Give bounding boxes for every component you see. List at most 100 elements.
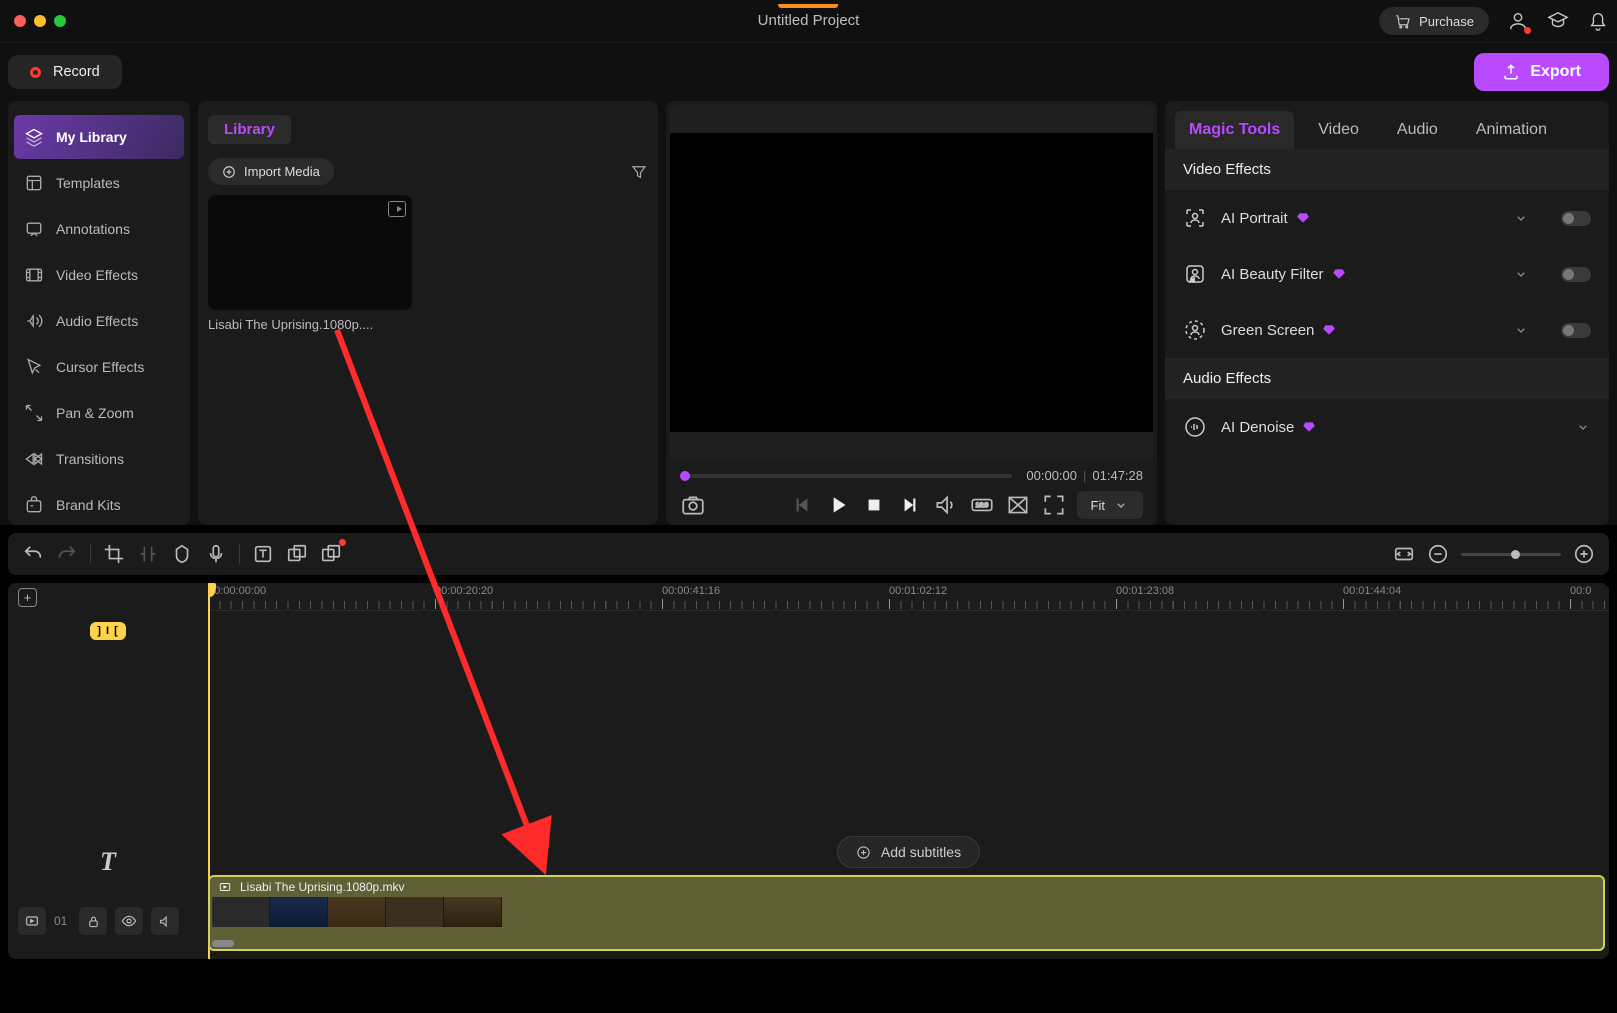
track-controls: 01 <box>8 883 208 959</box>
audio-effects-icon <box>24 311 44 331</box>
video-preview[interactable] <box>670 105 1153 460</box>
voiceover-icon[interactable] <box>205 543 227 565</box>
add-track-button[interactable]: + <box>18 588 37 607</box>
mute-track-icon[interactable] <box>151 907 179 935</box>
chevron-down-icon[interactable] <box>1513 322 1529 338</box>
cart-icon <box>1394 12 1412 30</box>
fullscreen-icon[interactable] <box>1041 492 1067 518</box>
sidebar-item-video-effects[interactable]: Video Effects <box>14 253 184 297</box>
volume-icon[interactable] <box>933 492 959 518</box>
zoom-in-icon[interactable] <box>1573 543 1595 565</box>
tab-animation[interactable]: Animation <box>1462 111 1561 149</box>
ai-portrait-toggle[interactable] <box>1561 211 1591 226</box>
cursor-icon <box>24 357 44 377</box>
timeline: + ] I [ T 01 00:00:00:00 00:00:20:20 00:… <box>8 583 1609 959</box>
preview-panel: 00:00:00|01:47:28 16:9 Fit <box>666 101 1157 525</box>
tab-magic-tools[interactable]: Magic Tools <box>1175 111 1294 149</box>
chevron-down-icon[interactable] <box>1513 266 1529 282</box>
close-window-icon[interactable] <box>14 15 26 27</box>
sidebar-item-annotations[interactable]: Annotations <box>14 207 184 251</box>
project-title: Untitled Project <box>758 4 860 29</box>
export-button[interactable]: Export <box>1474 53 1609 91</box>
sidebar-item-brand-kits[interactable]: Brand Kits <box>14 483 184 527</box>
seek-bar[interactable] <box>680 474 1012 478</box>
tab-audio[interactable]: Audio <box>1383 111 1452 149</box>
export-icon <box>1502 63 1520 81</box>
chevron-down-icon <box>1113 497 1129 513</box>
import-media-button[interactable]: Import Media <box>208 158 334 185</box>
timeline-tracks-area[interactable]: 00:00:00:00 00:00:20:20 00:00:41:16 00:0… <box>208 583 1609 959</box>
sidebar-item-transitions[interactable]: Transitions <box>14 437 184 481</box>
sidebar-item-audio-effects[interactable]: Audio Effects <box>14 299 184 343</box>
media-item[interactable]: Lisabi The Uprising.1080p.... <box>208 195 412 332</box>
seek-knob[interactable] <box>680 471 690 481</box>
tab-video[interactable]: Video <box>1304 111 1373 149</box>
effect-ai-portrait[interactable]: AI Portrait <box>1165 190 1609 246</box>
stop-icon[interactable] <box>861 492 887 518</box>
sidebar-item-templates[interactable]: Templates <box>14 161 184 205</box>
ai-assist-icon[interactable] <box>320 543 342 565</box>
marker-icon[interactable] <box>171 543 193 565</box>
group-icon[interactable] <box>286 543 308 565</box>
add-to-timeline-icon[interactable] <box>388 201 406 217</box>
visibility-icon[interactable] <box>115 907 143 935</box>
split-icon[interactable] <box>137 543 159 565</box>
gem-icon <box>1332 267 1346 281</box>
sidebar-item-pan-zoom[interactable]: Pan & Zoom <box>14 391 184 435</box>
notifications-icon[interactable] <box>1587 10 1609 32</box>
safe-zone-icon[interactable] <box>1005 492 1031 518</box>
aspect-ratio-icon[interactable]: 16:9 <box>969 492 995 518</box>
fit-select[interactable]: Fit <box>1077 491 1143 519</box>
library-panel: Library Import Media Lisabi The Uprising… <box>198 101 658 525</box>
clip-filename: Lisabi The Uprising.1080p.mkv <box>240 880 405 894</box>
tutorials-icon[interactable] <box>1547 10 1569 32</box>
video-clip[interactable]: Lisabi The Uprising.1080p.mkv <box>208 875 1605 951</box>
maximize-window-icon[interactable] <box>54 15 66 27</box>
ai-beauty-toggle[interactable] <box>1561 267 1591 282</box>
undo-icon[interactable] <box>22 543 44 565</box>
fit-timeline-icon[interactable] <box>1393 543 1415 565</box>
filter-icon[interactable] <box>630 163 648 181</box>
chevron-down-icon[interactable] <box>1513 210 1529 226</box>
timeline-ruler[interactable]: 00:00:00:00 00:00:20:20 00:00:41:16 00:0… <box>208 583 1609 611</box>
effect-ai-beauty-filter[interactable]: AI AI Beauty Filter <box>1165 246 1609 302</box>
minimize-window-icon[interactable] <box>34 15 46 27</box>
title-accent-bar <box>779 4 839 8</box>
gem-icon <box>1322 323 1336 337</box>
effect-ai-denoise[interactable]: AI Denoise <box>1165 399 1609 455</box>
zoom-slider[interactable] <box>1461 553 1561 556</box>
purchase-button[interactable]: Purchase <box>1379 7 1489 35</box>
text-track-icon[interactable]: T <box>100 847 116 877</box>
effect-green-screen[interactable]: Green Screen <box>1165 302 1609 358</box>
text-icon[interactable] <box>252 543 274 565</box>
chevron-down-icon[interactable] <box>1575 419 1591 435</box>
track-type-icon[interactable] <box>18 907 46 935</box>
tab-library[interactable]: Library <box>208 115 291 144</box>
green-screen-toggle[interactable] <box>1561 323 1591 338</box>
play-icon[interactable] <box>825 492 851 518</box>
sidebar-item-my-library[interactable]: My Library <box>14 115 184 159</box>
timeline-toolbar <box>8 533 1609 575</box>
nav-sidebar: My Library Templates Annotations Video E… <box>8 101 190 525</box>
lock-track-icon[interactable] <box>79 907 107 935</box>
playhead-split-badge[interactable]: ] I [ <box>90 622 126 640</box>
user-account-icon[interactable] <box>1507 10 1529 32</box>
window-controls[interactable] <box>8 15 66 27</box>
crop-icon[interactable] <box>103 543 125 565</box>
window-header: Untitled Project Purchase <box>0 0 1617 42</box>
prev-frame-icon[interactable] <box>789 492 815 518</box>
time-display: 00:00:00|01:47:28 <box>1026 468 1143 483</box>
record-icon <box>30 67 41 78</box>
zoom-out-icon[interactable] <box>1427 543 1449 565</box>
add-subtitles-button[interactable]: Add subtitles <box>837 836 980 868</box>
clip-scrollbar[interactable] <box>212 940 234 947</box>
ai-denoise-icon <box>1183 415 1207 439</box>
track-number: 01 <box>54 914 67 928</box>
next-frame-icon[interactable] <box>897 492 923 518</box>
brand-kits-icon <box>24 495 44 515</box>
gem-icon <box>1296 211 1310 225</box>
redo-icon[interactable] <box>56 543 78 565</box>
sidebar-item-cursor-effects[interactable]: Cursor Effects <box>14 345 184 389</box>
screenshot-icon[interactable] <box>680 492 706 518</box>
record-button[interactable]: Record <box>8 55 122 89</box>
